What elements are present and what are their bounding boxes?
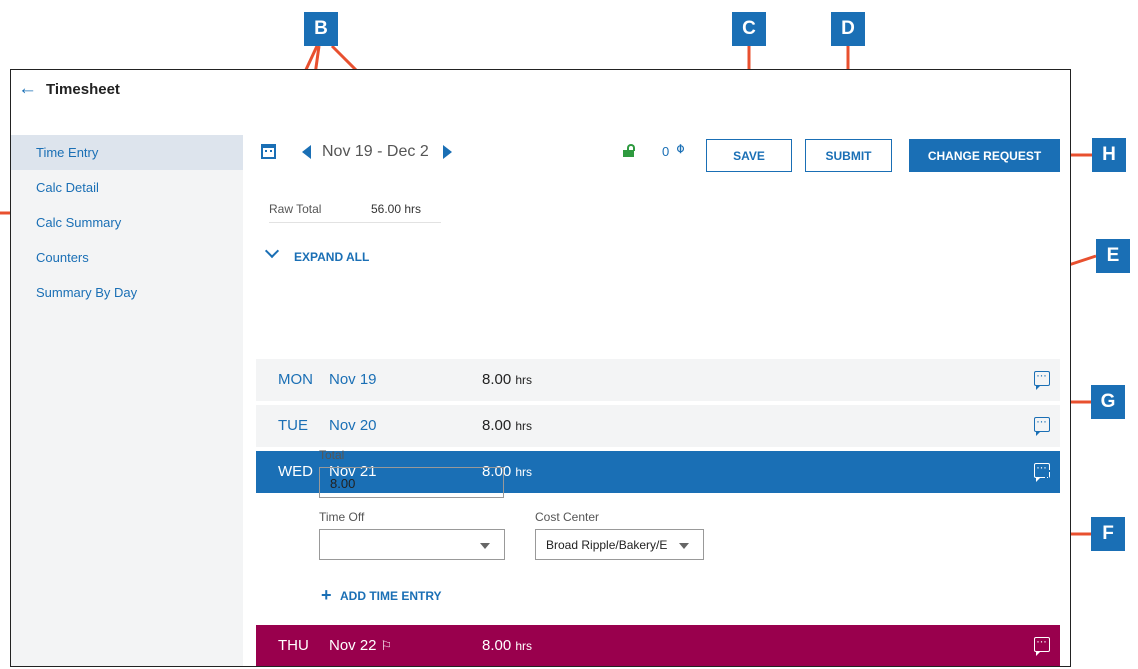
divider [269, 222, 441, 223]
day-name: THU [278, 637, 309, 654]
day-row-mon[interactable]: MON Nov 19 8.00 hrs [256, 359, 1060, 401]
caret-down-icon [480, 543, 490, 549]
raw-total-label: Raw Total [269, 202, 322, 216]
day-name: TUE [278, 417, 308, 434]
day-date: Nov 19 [329, 371, 377, 388]
trash-icon[interactable] [1044, 470, 1057, 487]
main-panel: Nov 19 - Dec 2 0 ⌽ SAVE SUBMIT CHANGE RE… [243, 135, 1070, 666]
day-date: Nov 20 [329, 417, 377, 434]
back-arrow-icon[interactable]: ← [18, 78, 37, 100]
comment-icon[interactable] [1034, 368, 1050, 390]
day-name: MON [278, 371, 313, 388]
change-request-button[interactable]: CHANGE REQUEST [909, 139, 1060, 172]
sidebar-item-summary-by-day[interactable]: Summary By Day [11, 275, 243, 310]
chevron-down-icon[interactable] [264, 243, 280, 259]
paperclip-icon[interactable]: ⌽ [676, 140, 685, 157]
add-time-entry-button[interactable]: ADD TIME ENTRY [340, 589, 442, 603]
comment-icon[interactable] [1034, 634, 1050, 656]
caret-down-icon [679, 543, 689, 549]
day-name: WED [278, 463, 313, 480]
calendar-icon[interactable] [261, 144, 276, 159]
sidebar: Time Entry Calc Detail Calc Summary Coun… [11, 135, 243, 666]
day-row-thu[interactable]: THU Nov 22 ⚐ 8.00 hrs [256, 625, 1060, 666]
date-range: Nov 19 - Dec 2 [322, 143, 429, 160]
day-row-tue[interactable]: TUE Nov 20 8.00 hrs [256, 405, 1060, 447]
cost-center-value: Broad Ripple/Bakery/E [546, 538, 668, 552]
total-label: Total [319, 448, 345, 462]
time-off-select[interactable] [319, 529, 505, 560]
day-hours: 8.00 hrs [482, 417, 533, 434]
callout-c: C [732, 12, 766, 46]
callout-d: D [831, 12, 865, 46]
app-header: ← Timesheet [11, 70, 1070, 110]
day-hours: 8.00 hrs [482, 637, 533, 654]
total-input[interactable]: 8.00 [319, 467, 504, 498]
raw-total-value: 56.00 hrs [371, 202, 422, 216]
callout-f: F [1091, 517, 1125, 551]
callout-e: E [1096, 239, 1130, 273]
comment-icon[interactable] [1034, 414, 1050, 436]
cost-center-label: Cost Center [535, 510, 600, 524]
cost-center-select[interactable]: Broad Ripple/Bakery/E [535, 529, 704, 560]
sidebar-item-calc-detail[interactable]: Calc Detail [11, 170, 243, 205]
page-title: Timesheet [46, 81, 120, 98]
expand-all-button[interactable]: EXPAND ALL [294, 250, 369, 264]
plus-icon[interactable]: + [321, 585, 332, 606]
save-button[interactable]: SAVE [706, 139, 792, 172]
day-date: Nov 22 ⚐ [329, 637, 393, 654]
unlock-icon [623, 144, 635, 157]
previous-period-arrow-icon[interactable] [302, 145, 311, 159]
sidebar-item-calc-summary[interactable]: Calc Summary [11, 205, 243, 240]
submit-button[interactable]: SUBMIT [805, 139, 892, 172]
callout-h: H [1092, 138, 1126, 172]
day-hours: 8.00 hrs [482, 371, 533, 388]
flag-icon: ⚐ [380, 638, 393, 653]
sidebar-item-counters[interactable]: Counters [11, 240, 243, 275]
callout-g: G [1091, 385, 1125, 419]
attachment-count: 0 [662, 144, 670, 159]
next-period-arrow-icon[interactable] [443, 145, 452, 159]
sidebar-item-time-entry[interactable]: Time Entry [11, 135, 243, 170]
timesheet-window: ← Timesheet Time Entry Calc Detail Calc … [10, 69, 1071, 667]
time-off-label: Time Off [319, 510, 365, 524]
callout-b: B [304, 12, 338, 46]
toolbar: Nov 19 - Dec 2 0 ⌽ SAVE SUBMIT CHANGE RE… [243, 135, 1070, 179]
